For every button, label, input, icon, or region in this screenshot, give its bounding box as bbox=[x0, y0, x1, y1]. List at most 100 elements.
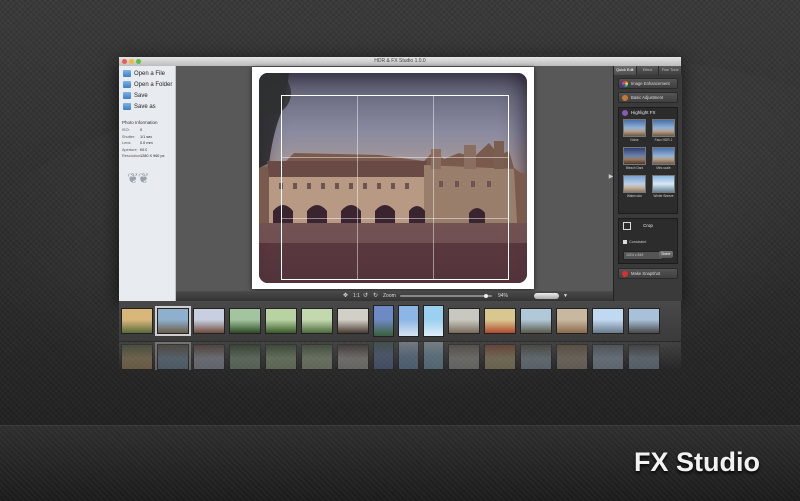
filmstrip-thumb[interactable] bbox=[628, 308, 660, 334]
sidebar-item-save[interactable]: Save bbox=[119, 90, 175, 101]
filmstrip-thumb[interactable] bbox=[229, 308, 261, 334]
constraint-checkbox[interactable]: Constraint bbox=[623, 240, 646, 244]
crop-dimensions-field[interactable]: 1024 x 819 bbox=[623, 251, 663, 260]
panel-tabs: Quick Edit Effect Fine Tune bbox=[614, 66, 683, 75]
filmstrip-thumb[interactable] bbox=[265, 308, 297, 334]
filmstrip-thumb-reflection bbox=[193, 344, 225, 370]
magic-wand-icon bbox=[622, 110, 628, 116]
sidebar-item-label: Open a File bbox=[134, 70, 166, 77]
filmstrip-thumb-reflection bbox=[556, 344, 588, 370]
zoom-label: Zoom bbox=[383, 293, 396, 299]
zoom-slider[interactable] bbox=[400, 295, 492, 297]
filmstrip-thumb-reflection bbox=[121, 344, 153, 370]
folder-icon bbox=[123, 81, 131, 88]
sidebar: Open a File Open a Folder Save Save as P… bbox=[119, 66, 176, 301]
enhance-icon bbox=[622, 80, 628, 87]
filmstrip-thumb[interactable] bbox=[398, 305, 419, 337]
filmstrip-thumb-reflection bbox=[448, 344, 480, 370]
zoom-slider-knob[interactable] bbox=[484, 294, 489, 298]
sidebar-item-label: Save as bbox=[134, 103, 156, 110]
info-key: Resolution: bbox=[122, 154, 141, 158]
tab-fine-tune[interactable]: Fine Tune bbox=[659, 66, 683, 75]
filmstrip-thumb[interactable] bbox=[301, 308, 333, 334]
button-label: Basic Adjustment bbox=[631, 95, 664, 100]
filmstrip-thumb[interactable] bbox=[423, 305, 444, 337]
save-as-icon bbox=[123, 103, 131, 110]
filmstrip-thumb[interactable] bbox=[373, 305, 394, 337]
fx-thumb[interactable]: Mini-scale bbox=[652, 147, 675, 171]
fx-thumb[interactable]: Bleach Dark bbox=[623, 147, 646, 171]
filmstrip-thumb-reflection bbox=[398, 342, 419, 370]
button-label: Image Enhancement bbox=[631, 81, 670, 86]
chevron-down-icon[interactable]: ▼ bbox=[563, 291, 568, 301]
filmstrip-thumb-reflection bbox=[301, 344, 333, 370]
button-label: Make Snapshot bbox=[631, 271, 661, 276]
filmstrip-thumb[interactable] bbox=[448, 308, 480, 334]
image-enhancement-button[interactable]: Image Enhancement bbox=[618, 78, 678, 89]
filmstrip-thumb-reflection bbox=[265, 344, 297, 370]
filmstrip-thumb-reflection bbox=[520, 344, 552, 370]
sidebar-item-save-as[interactable]: Save as bbox=[119, 101, 175, 112]
highlight-fx-header: Highlight FX bbox=[619, 108, 677, 117]
highlight-fx-title: Highlight FX bbox=[631, 110, 656, 115]
filmstrip-thumb[interactable] bbox=[484, 308, 516, 334]
zoom-toolbar: ✥ 1:1 ↺ ↻ Zoom 94% ▼ bbox=[176, 291, 613, 301]
view-mode-select[interactable] bbox=[534, 293, 559, 299]
filmstrip-thumb-reflection bbox=[337, 344, 369, 370]
fx-thumb[interactable]: Faux HDR-1 bbox=[652, 119, 675, 143]
filmstrip-thumb[interactable] bbox=[556, 308, 588, 334]
crop-panel: Crop Constraint 1024 x 819 Done bbox=[618, 218, 678, 264]
photo-frame bbox=[252, 67, 534, 289]
snapshot-icon bbox=[622, 270, 628, 277]
photo-info-panel: Photo Information ISO: 0 Shutter: 1/1 se… bbox=[119, 120, 175, 160]
filmstrip-thumb[interactable] bbox=[520, 308, 552, 334]
make-snapshot-button[interactable]: Make Snapshot bbox=[618, 268, 678, 279]
filmstrip-thumb[interactable] bbox=[193, 308, 225, 334]
filmstrip-thumb-reflection bbox=[484, 344, 516, 370]
filmstrip-thumb[interactable] bbox=[337, 308, 369, 334]
fx-thumb[interactable]: Winter Breeze bbox=[652, 175, 675, 199]
info-row-resolution: Resolution: 1280 X 960 px bbox=[122, 153, 172, 160]
move-icon[interactable]: ✥ bbox=[343, 291, 348, 301]
zoom-button[interactable] bbox=[136, 59, 141, 64]
sidebar-item-open-file[interactable]: Open a File bbox=[119, 68, 175, 79]
photo-info-title: Photo Information bbox=[122, 120, 158, 125]
filmstrip-thumb[interactable] bbox=[121, 308, 153, 334]
filmstrip-thumb[interactable] bbox=[592, 308, 624, 334]
window-controls bbox=[122, 59, 141, 64]
info-value: 1280 X 960 px bbox=[140, 154, 165, 158]
sidebar-item-label: Save bbox=[134, 92, 148, 99]
fx-thumb[interactable]: Noise bbox=[623, 119, 646, 143]
rotate-right-icon[interactable]: ↻ bbox=[373, 291, 378, 301]
file-icon bbox=[123, 70, 131, 77]
right-panel: Quick Edit Effect Fine Tune Image Enhanc… bbox=[613, 66, 683, 301]
close-button[interactable] bbox=[122, 59, 127, 64]
adjust-icon bbox=[622, 94, 628, 101]
crop-rectangle[interactable] bbox=[281, 95, 509, 280]
sidebar-item-open-folder[interactable]: Open a Folder bbox=[119, 79, 175, 90]
constraint-label: Constraint bbox=[629, 240, 647, 244]
fx-thumbnails: Noise Faux HDR-1 Bleach Dark Mini-scale … bbox=[619, 117, 677, 201]
filmstrip-reflection bbox=[119, 342, 681, 370]
filmstrip-thumb-reflection bbox=[628, 344, 660, 370]
minimize-button[interactable] bbox=[129, 59, 134, 64]
window-title: HDR & FX Studio 1.0.0 bbox=[374, 58, 426, 64]
crop-done-button[interactable]: Done bbox=[659, 251, 673, 258]
main-photo[interactable] bbox=[259, 73, 527, 283]
filmstrip bbox=[119, 301, 681, 341]
highlight-fx-panel: Highlight FX Noise Faux HDR-1 Bleach Dar… bbox=[618, 107, 678, 214]
tab-quick-edit[interactable]: Quick Edit bbox=[614, 66, 637, 75]
save-icon bbox=[123, 92, 131, 99]
fx-thumb[interactable]: Watercolor bbox=[623, 175, 646, 199]
filmstrip-thumb[interactable] bbox=[155, 306, 191, 336]
basic-adjustment-button[interactable]: Basic Adjustment bbox=[618, 92, 678, 103]
tab-effect[interactable]: Effect bbox=[636, 66, 660, 75]
zoom-value: 94% bbox=[498, 293, 509, 299]
filmstrip-thumb-reflection bbox=[592, 344, 624, 370]
rotate-left-icon[interactable]: ↺ bbox=[363, 291, 368, 301]
filmstrip-thumb-reflection bbox=[373, 342, 394, 370]
filmstrip-thumb-reflection bbox=[155, 342, 191, 370]
actual-size-button[interactable]: 1:1 bbox=[353, 291, 360, 301]
canvas-area bbox=[176, 66, 613, 291]
filmstrip-thumb-reflection bbox=[423, 342, 444, 370]
